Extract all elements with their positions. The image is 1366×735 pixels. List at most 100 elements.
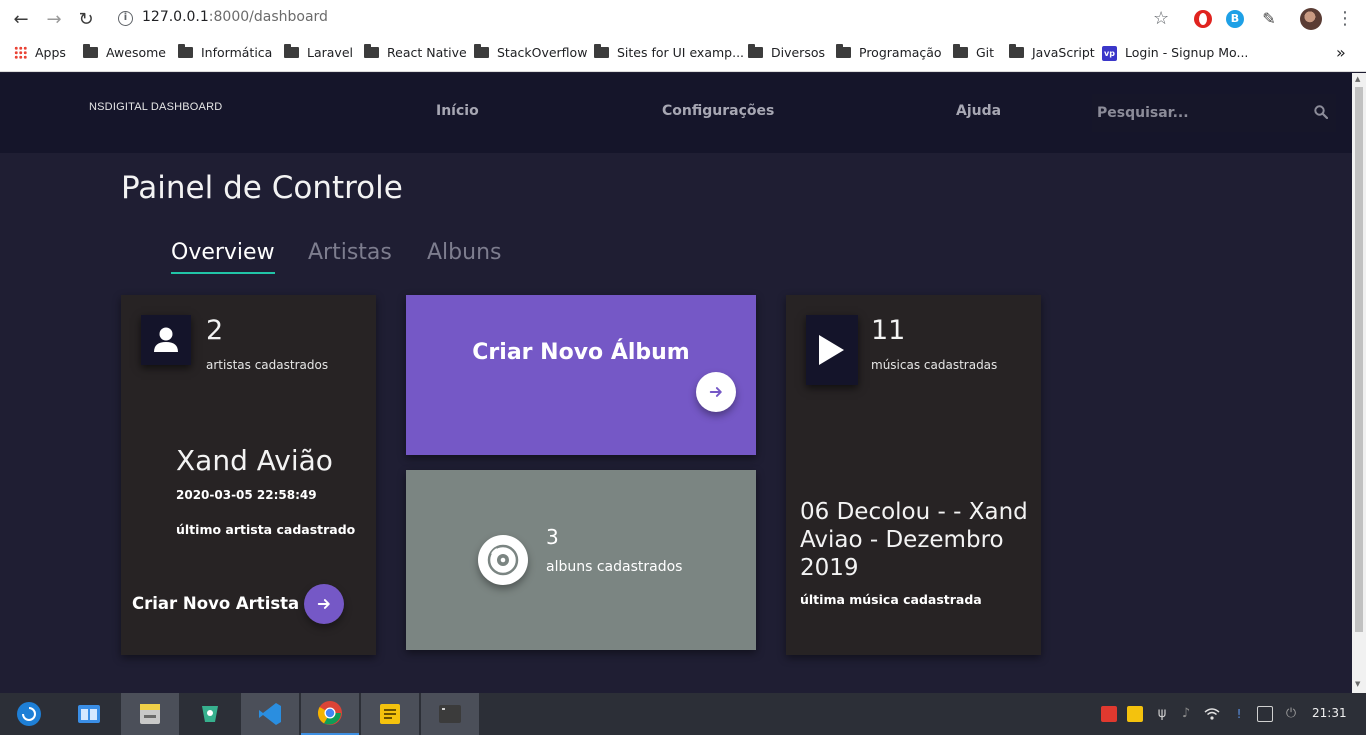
tab-albuns[interactable]: Albuns [427, 240, 501, 265]
create-artist-button[interactable] [304, 584, 344, 624]
vscode-icon[interactable] [241, 693, 299, 735]
apps-grid-icon [14, 46, 27, 59]
bookmark-awesome[interactable]: Awesome [83, 44, 166, 62]
wifi-tray-icon[interactable] [1204, 706, 1220, 722]
chrome-icon[interactable] [301, 693, 359, 735]
forward-icon[interactable]: → [42, 8, 66, 32]
bookmarks-bar: Apps Awesome Informática Laravel React N… [0, 40, 1366, 66]
create-album-button[interactable] [696, 372, 736, 412]
bookmark-git[interactable]: Git [953, 44, 994, 62]
arrow-right-icon [709, 387, 722, 397]
bookmark-star-icon[interactable]: ☆ [1153, 8, 1169, 29]
volume-tray-icon[interactable]: ♪ [1178, 706, 1194, 722]
songs-count-label: músicas cadastradas [871, 358, 998, 372]
network-alert-tray-icon[interactable]: ! [1231, 706, 1247, 722]
bookmark-apps[interactable]: Apps [14, 44, 66, 62]
browser-chrome: ← → ↻ i 127.0.0.1:8000/dashboard ☆ B ✎ ⋮… [0, 0, 1366, 72]
clock[interactable]: 21:31 [1312, 706, 1347, 720]
latest-song-label: última música cadastrada [800, 592, 982, 607]
bookmark-label: Informática [201, 45, 273, 60]
nav-inicio[interactable]: Início [436, 103, 479, 119]
back-icon[interactable]: ← [9, 8, 33, 32]
search-box [1092, 94, 1336, 132]
notes-tray-icon[interactable] [1127, 706, 1143, 722]
folder-icon [178, 44, 193, 58]
more-bookmarks-icon[interactable]: » [1336, 43, 1346, 62]
folder-icon [748, 44, 763, 58]
bookmark-label: Login - Signup Mo... [1125, 45, 1249, 60]
app-store-icon[interactable] [181, 693, 239, 735]
bookmark-label: Awesome [106, 45, 166, 60]
reload-icon[interactable]: ↻ [74, 8, 98, 32]
page-scrollbar[interactable]: ▲ ▼ [1352, 73, 1366, 693]
albums-count-label: albuns cadastrados [546, 559, 683, 575]
folder-icon [1009, 44, 1024, 58]
opera-extension-icon[interactable] [1194, 10, 1212, 28]
scroll-down-icon[interactable]: ▼ [1355, 680, 1360, 688]
nav-ajuda[interactable]: Ajuda [956, 103, 1001, 119]
songs-card: 11 músicas cadastradas 06 Decolou - - Xa… [786, 295, 1041, 655]
launcher-icon[interactable] [0, 693, 58, 735]
bookmark-label: JavaScript [1032, 45, 1095, 60]
bookmark-informatica[interactable]: Informática [178, 44, 272, 62]
vp-icon: vp [1102, 46, 1117, 61]
search-icon[interactable] [1314, 105, 1328, 119]
power-tray-icon[interactable]: ⏻ [1283, 706, 1299, 722]
disc-icon [478, 535, 528, 585]
bookmark-label: Programação [859, 45, 942, 60]
bookmark-diversos[interactable]: Diversos [748, 44, 825, 62]
menu-icon[interactable]: ⋮ [1336, 8, 1354, 29]
tab-overview[interactable]: Overview [171, 240, 275, 274]
sticky-notes-icon[interactable] [361, 693, 419, 735]
play-icon-tile [806, 315, 858, 385]
brand-logo[interactable]: NSDIGITAL DASHBOARD [89, 101, 222, 113]
multitask-icon[interactable] [60, 693, 118, 735]
page-title: Painel de Controle [121, 170, 403, 206]
artists-count: 2 [206, 315, 224, 346]
nav-configuracoes[interactable]: Configurações [662, 103, 774, 119]
latest-song-title: 06 Decolou - - Xand Aviao - Dezembro 201… [800, 499, 1028, 581]
bookmark-label: Sites for UI examp... [617, 45, 745, 60]
bookmark-sites-ui[interactable]: Sites for UI examp... [594, 44, 744, 62]
create-artist-label[interactable]: Criar Novo Artista [132, 594, 299, 613]
bookmark-login-signup[interactable]: vp Login - Signup Mo... [1102, 44, 1248, 62]
folder-icon [364, 44, 379, 58]
terminal-icon[interactable] [421, 693, 479, 735]
file-manager-icon[interactable] [121, 693, 179, 735]
bookmark-react-native[interactable]: React Native [364, 44, 467, 62]
os-taskbar: ψ ♪ ! ⏻ 21:31 [0, 693, 1366, 735]
search-input[interactable] [1092, 94, 1336, 132]
bookmark-label: Apps [35, 45, 66, 60]
pen-extension-icon[interactable]: ✎ [1259, 10, 1279, 28]
site-info-icon[interactable]: i [118, 11, 133, 26]
usb-tray-icon[interactable]: ψ [1154, 706, 1170, 722]
profile-avatar[interactable] [1300, 8, 1322, 30]
user-icon [154, 327, 178, 352]
albums-card: 3 albuns cadastrados [406, 470, 756, 650]
bookmark-label: Diversos [771, 45, 825, 60]
bookmark-stackoverflow[interactable]: StackOverflow [474, 44, 587, 62]
scroll-up-icon[interactable]: ▲ [1355, 75, 1360, 83]
folder-icon [83, 44, 98, 58]
new-album-card[interactable]: Criar Novo Álbum [406, 295, 756, 455]
artists-card: 2 artistas cadastrados Xand Avião 2020-0… [121, 295, 376, 655]
bookmark-laravel[interactable]: Laravel [284, 44, 353, 62]
battery-tray-icon[interactable] [1257, 706, 1273, 722]
bookmark-label: React Native [387, 45, 467, 60]
folder-icon [836, 44, 851, 58]
bookmark-javascript[interactable]: JavaScript [1009, 44, 1095, 62]
arrow-right-icon [317, 599, 330, 609]
bookmark-programacao[interactable]: Programação [836, 44, 942, 62]
folder-icon [474, 44, 489, 58]
play-icon [819, 335, 844, 365]
folder-icon [284, 44, 299, 58]
user-icon-tile [141, 315, 191, 365]
scroll-thumb[interactable] [1355, 87, 1363, 632]
address-bar[interactable]: 127.0.0.1:8000/dashboard [142, 9, 328, 25]
tab-artistas[interactable]: Artistas [308, 240, 392, 265]
folder-icon [594, 44, 609, 58]
latest-artist-date: 2020-03-05 22:58:49 [176, 488, 317, 502]
app-header: NSDIGITAL DASHBOARD Início Configurações… [0, 73, 1352, 153]
blue-extension-icon[interactable]: B [1226, 10, 1244, 28]
anydesk-tray-icon[interactable] [1101, 706, 1117, 722]
